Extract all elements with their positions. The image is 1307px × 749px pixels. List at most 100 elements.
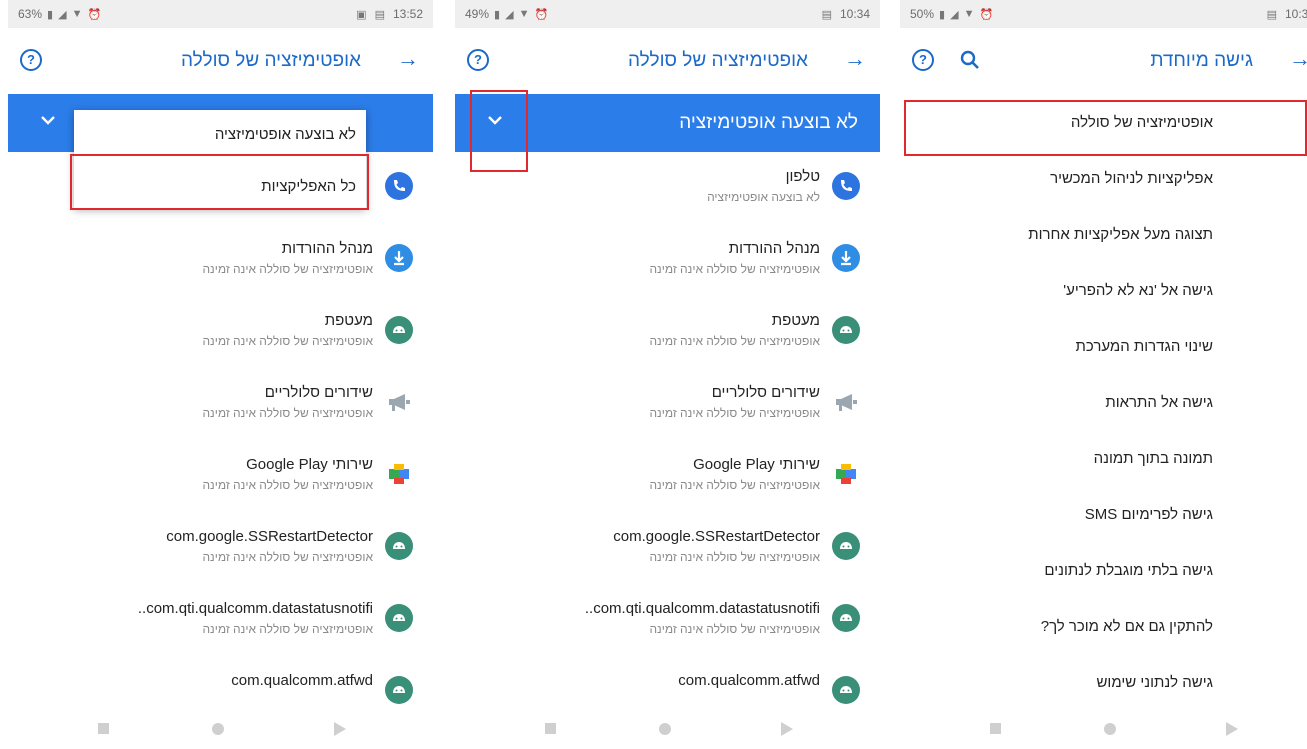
battery-icon: ▮	[494, 8, 501, 21]
menu-item-label: תצוגה מעל אפליקציות אחרות	[1028, 226, 1213, 243]
list-item[interactable]: טלפון לא בוצעה אופטימיזציה	[455, 152, 880, 224]
android-icon	[832, 676, 860, 704]
back-arrow-icon[interactable]: →	[844, 46, 866, 72]
status-right: ▤ 10:34	[822, 7, 870, 21]
menu-item-notification-access[interactable]: גישה אל התראות	[900, 376, 1307, 432]
menu-item-device-admin-apps[interactable]: אפליקציות לניהול המכשיר	[900, 152, 1307, 208]
menu-item-unrestricted-data[interactable]: גישה בלתי מוגבלת לנתונים	[900, 544, 1307, 600]
back-arrow-icon[interactable]: →	[1289, 46, 1307, 72]
battery-icon: ▮	[47, 8, 54, 21]
menu-item-label: אפליקציות לניהול המכשיר	[1050, 170, 1213, 187]
dropdown-item-all-apps[interactable]: כל האפליקציות	[261, 178, 356, 195]
app-status: אופטימיזציה של סוללה אינה זמינה	[202, 406, 373, 420]
list-item[interactable]: מנהל ההורדות אופטימיזציה של סוללה אינה ז…	[455, 224, 880, 296]
navigation-bar	[900, 713, 1307, 749]
list-item[interactable]: מעטפת אופטימיזציה של סוללה אינה זמינה	[8, 296, 433, 368]
app-status: אופטימיזציה של סוללה אינה זמינה	[202, 334, 373, 348]
toolbar: ? גישה מיוחדת →	[900, 28, 1307, 94]
menu-item-label: תמונה בתוך תמונה	[1093, 450, 1213, 467]
menu-item-usage-access[interactable]: גישה לנתוני שימוש	[900, 656, 1307, 712]
app-name: com.google.SSRestartDetector	[166, 528, 373, 545]
app-status: אופטימיזציה של סוללה אינה זמינה	[649, 262, 820, 276]
list-item[interactable]: com.google.SSRestartDetector אופטימיזציה…	[8, 512, 433, 584]
menu-item-premium-sms[interactable]: גישה לפרימיום SMS	[900, 488, 1307, 544]
menu-item-picture-in-picture[interactable]: תמונה בתוך תמונה	[900, 432, 1307, 488]
dropdown-item-not-optimized[interactable]: לא בוצעה אופטימיזציה	[215, 126, 356, 143]
app-status: אופטימיזציה של סוללה אינה זמינה	[202, 262, 373, 276]
chevron-down-icon[interactable]	[485, 110, 505, 130]
notification-icon: ▤	[374, 8, 385, 21]
home-button[interactable]	[1104, 723, 1116, 735]
signal-icon: ◢	[950, 8, 959, 21]
status-left: 63% ▮ ◢ ▼ ⏰	[18, 7, 101, 21]
app-name: com.qualcomm.atfwd	[231, 672, 373, 689]
clock: 10:33	[1284, 7, 1307, 21]
android-icon	[832, 316, 860, 344]
download-icon	[832, 244, 860, 272]
list-item[interactable]: מנהל ההורדות אופטימיזציה של סוללה אינה ז…	[8, 224, 433, 296]
app-status: אופטימיזציה של סוללה אינה זמינה	[202, 550, 373, 564]
app-name: שירותי Google Play	[693, 456, 820, 473]
menu-item-do-not-disturb[interactable]: גישה אל 'נא לא להפריע'	[900, 264, 1307, 320]
menu-item-battery-optimization[interactable]: אופטימיזציה של סוללה	[900, 96, 1307, 152]
signal-icon: ◢	[505, 8, 514, 21]
android-icon	[832, 532, 860, 560]
android-icon	[385, 676, 413, 704]
back-button[interactable]	[1226, 722, 1238, 736]
recents-button[interactable]	[990, 723, 1001, 734]
battery-percent: 63%	[18, 7, 43, 21]
battery-percent: 50%	[910, 7, 935, 21]
android-icon	[385, 604, 413, 632]
back-button[interactable]	[781, 722, 793, 736]
app-status: לא בוצעה אופטימיזציה	[707, 190, 820, 204]
menu-item-display-over-apps[interactable]: תצוגה מעל אפליקציות אחרות	[900, 208, 1307, 264]
filter-label: לא בוצעה אופטימיזציה	[679, 112, 858, 133]
app-name: מנהל ההורדות	[281, 240, 373, 257]
app-name: שירותי Google Play	[246, 456, 373, 473]
signal-icon: ◢	[58, 8, 67, 21]
app-name: שידורים סלולריים	[264, 384, 373, 401]
wifi-icon: ▼	[71, 8, 83, 20]
help-icon[interactable]: ?	[912, 49, 934, 71]
chevron-down-icon[interactable]	[38, 110, 58, 130]
app-name: מעטפת	[324, 312, 373, 329]
page-title: אופטימיזציה של סוללה	[628, 50, 808, 71]
menu-item-label: גישה לנתוני שימוש	[1096, 674, 1213, 691]
app-name: com.google.SSRestartDetector	[613, 528, 820, 545]
help-icon[interactable]: ?	[467, 49, 489, 71]
app-name: com.qti.qualcomm.datastatusnotifi..	[137, 600, 373, 617]
list-item[interactable]: מעטפת אופטימיזציה של סוללה אינה זמינה	[455, 296, 880, 368]
recents-button[interactable]	[98, 723, 109, 734]
toolbar: ? אופטימיזציה של סוללה →	[455, 28, 880, 94]
help-icon[interactable]: ?	[20, 49, 42, 71]
phone-icon	[385, 172, 413, 200]
clock: 13:52	[392, 7, 423, 21]
app-name: מנהל ההורדות	[728, 240, 820, 257]
back-button[interactable]	[334, 722, 346, 736]
home-button[interactable]	[659, 723, 671, 735]
download-icon	[385, 244, 413, 272]
list-item[interactable]: com.qti.qualcomm.datastatusnotifi.. אופט…	[455, 584, 880, 656]
list-item[interactable]: שירותי Google Play אופטימיזציה של סוללה …	[455, 440, 880, 512]
status-left: 49% ▮ ◢ ▼ ⏰	[465, 7, 548, 21]
filter-bar[interactable]: לא בוצעה אופטימיזציה	[455, 94, 880, 152]
list-item[interactable]: com.qti.qualcomm.datastatusnotifi.. אופט…	[8, 584, 433, 656]
menu-item-label: גישה לפרימיום SMS	[1084, 506, 1213, 523]
list-item[interactable]: שידורים סלולריים אופטימיזציה של סוללה אי…	[8, 368, 433, 440]
battery-icon: ▮	[939, 8, 946, 21]
menu-item-modify-system-settings[interactable]: שינוי הגדרות המערכת	[900, 320, 1307, 376]
list-item[interactable]: שירותי Google Play אופטימיזציה של סוללה …	[8, 440, 433, 512]
app-status: אופטימיזציה של סוללה אינה זמינה	[202, 478, 373, 492]
list-item[interactable]: שידורים סלולריים אופטימיזציה של סוללה אי…	[455, 368, 880, 440]
home-button[interactable]	[212, 723, 224, 735]
search-icon[interactable]	[958, 48, 982, 72]
puzzle-icon	[389, 464, 409, 484]
android-icon	[385, 532, 413, 560]
back-arrow-icon[interactable]: →	[397, 46, 419, 72]
recents-button[interactable]	[545, 723, 556, 734]
menu-item-label: אופטימיזציה של סוללה	[1070, 114, 1213, 131]
list-item[interactable]: com.google.SSRestartDetector אופטימיזציה…	[455, 512, 880, 584]
menu-item-install-unknown-apps[interactable]: להתקין גם אם לא מוכר לך?	[900, 600, 1307, 656]
app-status: אופטימיזציה של סוללה אינה זמינה	[649, 622, 820, 636]
menu-item-label: גישה אל 'נא לא להפריע'	[1063, 282, 1213, 299]
